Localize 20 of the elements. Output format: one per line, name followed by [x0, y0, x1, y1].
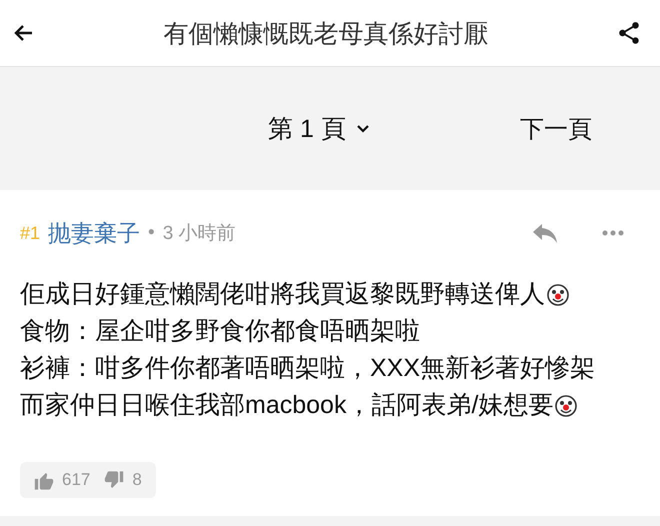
page-select[interactable]: 第 1 頁	[268, 112, 370, 145]
post-time: 3 小時前	[162, 222, 236, 246]
post-text-line: 衫褲：咁多件你都著唔晒架啦，XXX無新衫著好慘架	[20, 353, 596, 384]
post-text-line: 食物：屋企咁多野食你都食唔晒架啦	[20, 316, 420, 347]
chevron-down-icon	[356, 124, 370, 134]
thumbs-down-icon[interactable]	[104, 470, 124, 490]
thumbs-up-icon[interactable]	[34, 470, 54, 490]
more-icon	[602, 230, 624, 236]
next-page-button[interactable]: 下一頁	[520, 112, 592, 144]
dislike-count: 8	[132, 470, 142, 490]
page-title: 有個懶慷慨既老母真係好討厭	[162, 18, 490, 50]
clown-emoji-icon	[547, 284, 569, 306]
separator-dot: •	[148, 222, 155, 244]
clown-emoji-icon	[555, 394, 578, 416]
author-name[interactable]: 抛妻棄子	[48, 218, 140, 248]
reply-icon	[532, 222, 558, 244]
post-text-line: 而家仲日日喉住我部macbook，話阿表弟/妹想要	[20, 390, 554, 421]
post-text-line: 佢成日好鍾意懶闊佬咁將我買返黎既野轉送俾人	[20, 279, 545, 310]
like-count: 617	[62, 470, 90, 490]
post-number: #1	[20, 222, 40, 244]
